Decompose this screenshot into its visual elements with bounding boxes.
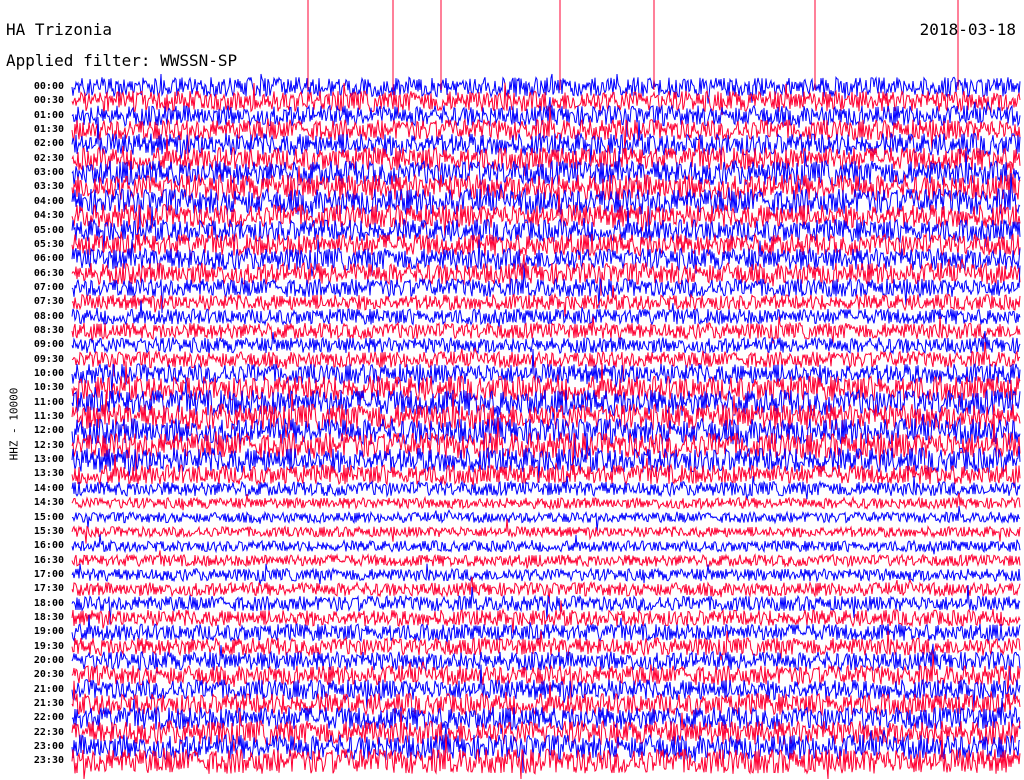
channel-label: HHZ - 10000 [7,387,21,461]
trace-1600 [71,534,1021,555]
seismogram-plot [71,0,1021,780]
trace-1430 [71,492,1021,511]
station-title: HA Trizonia [6,20,112,39]
trace-0830 [71,316,1021,344]
filter-label: Applied filter: WWSSN-SP [6,51,238,70]
trace-0900 [71,330,1021,356]
date-label: 2018-03-18 [919,20,1016,39]
trace-1700 [71,563,1021,585]
trace-0730 [71,285,1021,317]
trace-1530 [71,518,1021,544]
trace-1730 [71,576,1021,604]
trace-1630 [71,550,1021,569]
